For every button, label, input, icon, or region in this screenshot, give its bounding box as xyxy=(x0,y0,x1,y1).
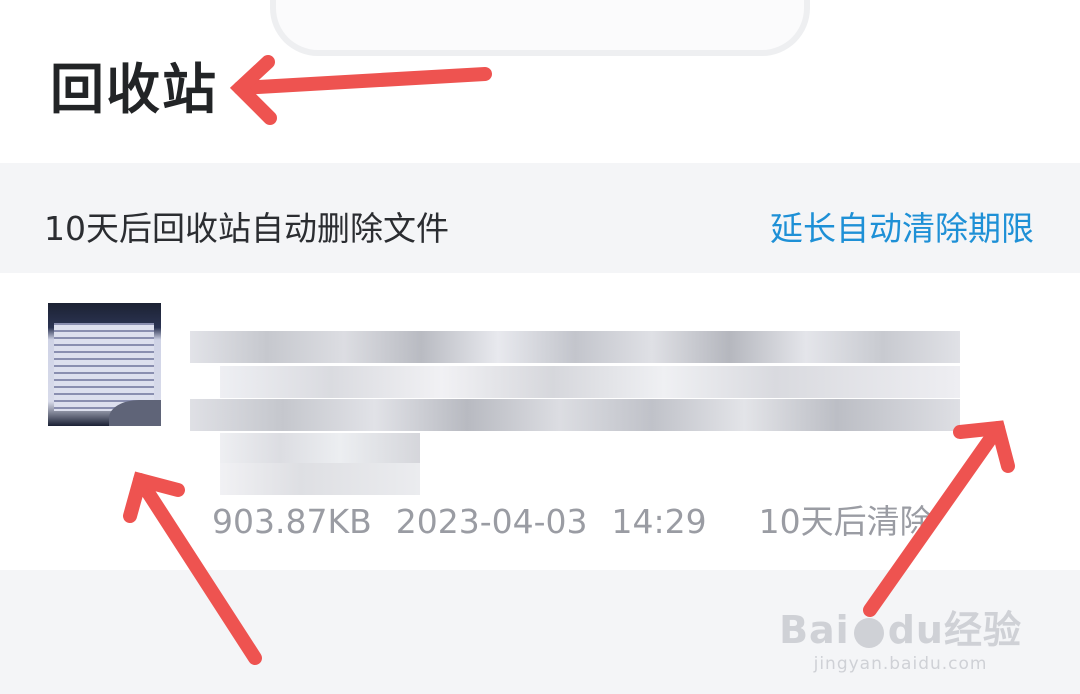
file-date: 2023-04-03 xyxy=(395,502,588,541)
file-time: 14:29 xyxy=(611,502,707,541)
auto-delete-notice: 10天后回收站自动删除文件 xyxy=(44,209,449,248)
search-box[interactable] xyxy=(270,0,810,56)
file-list-item[interactable]: 903.87KB 2023-04-03 14:29 10天后清除 xyxy=(0,273,1080,570)
document-preview-icon xyxy=(54,323,154,411)
notice-bar: 10天后回收站自动删除文件 延长自动清除期限 xyxy=(0,170,1080,273)
extend-cleanup-link[interactable]: 延长自动清除期限 xyxy=(770,202,1034,250)
watermark-url: jingyan.baidu.com xyxy=(813,654,988,674)
file-size: 903.87KB xyxy=(212,502,372,541)
page-title: 回收站 xyxy=(50,58,218,121)
file-meta: 903.87KB 2023-04-03 14:29 10天后清除 xyxy=(212,495,957,543)
paw-icon xyxy=(853,617,884,648)
watermark-brand-left: Bai xyxy=(779,608,850,652)
header-bar: 回收站 xyxy=(0,0,1080,163)
watermark-brand-right: 经验 xyxy=(943,608,1022,652)
expiry-label: 10天后清除 xyxy=(758,502,933,541)
file-thumbnail xyxy=(48,303,161,426)
baidu-jingyan-watermark: Bai du经验 jingyan.baidu.com xyxy=(779,599,1022,674)
file-name-blurred xyxy=(190,301,965,501)
watermark-brand-mid: du xyxy=(887,608,944,652)
